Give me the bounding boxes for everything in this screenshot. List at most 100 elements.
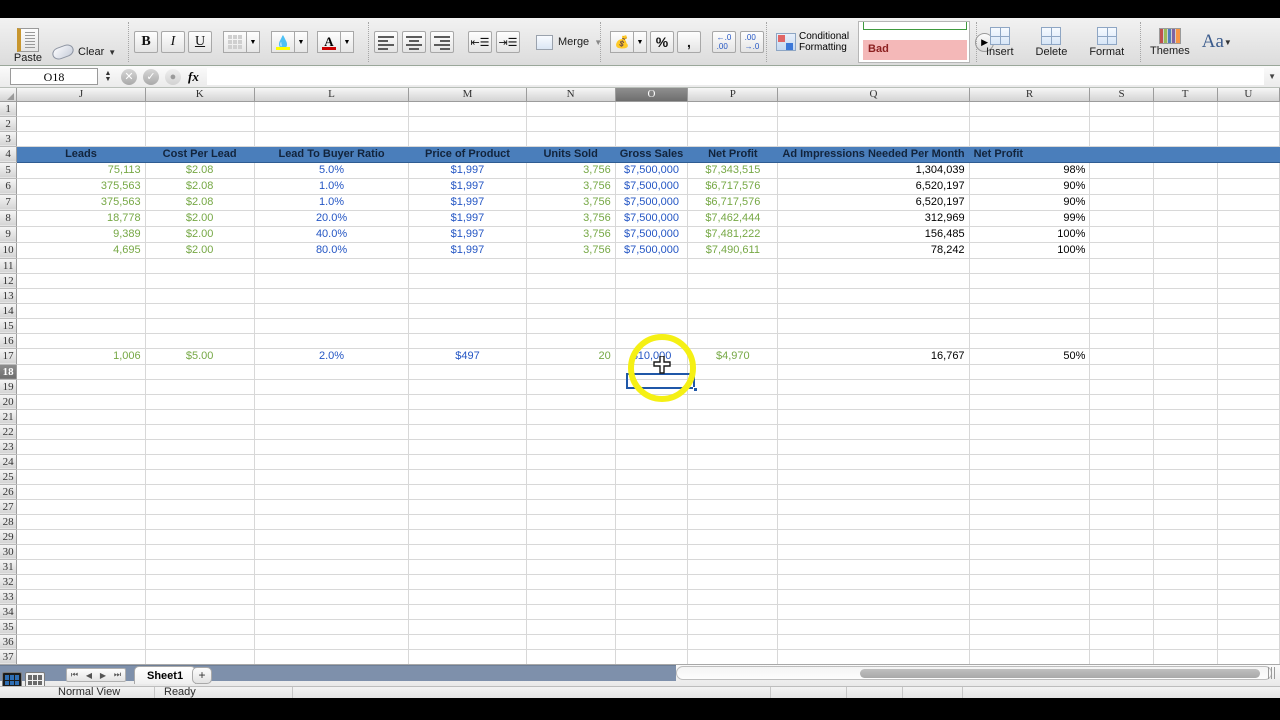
cell-U31[interactable] bbox=[1217, 559, 1280, 575]
insert-function-icon[interactable]: fx bbox=[188, 69, 199, 85]
cell-U8[interactable] bbox=[1217, 210, 1280, 227]
cell-Q30[interactable] bbox=[777, 544, 970, 560]
cell-Q14[interactable] bbox=[777, 303, 970, 319]
cell-L23[interactable] bbox=[254, 439, 410, 455]
cell-J9[interactable]: 9,389 bbox=[16, 226, 146, 243]
cell-S15[interactable] bbox=[1089, 318, 1154, 334]
cell-R11[interactable] bbox=[969, 258, 1091, 274]
cell-J21[interactable] bbox=[16, 409, 146, 425]
cell-K27[interactable] bbox=[145, 499, 255, 515]
cell-R21[interactable] bbox=[969, 409, 1091, 425]
cell-Q31[interactable] bbox=[777, 559, 970, 575]
cell-O25[interactable] bbox=[615, 469, 689, 485]
cell-K35[interactable] bbox=[145, 619, 255, 635]
cell-L33[interactable] bbox=[254, 589, 410, 605]
cell-L6[interactable]: 1.0% bbox=[254, 178, 410, 195]
cell-K30[interactable] bbox=[145, 544, 255, 560]
cell-M37[interactable] bbox=[408, 649, 527, 664]
cell-T30[interactable] bbox=[1153, 544, 1218, 560]
cell-N2[interactable] bbox=[526, 116, 616, 132]
row-header-3[interactable]: 3 bbox=[0, 131, 18, 147]
cell-O28[interactable] bbox=[615, 514, 689, 530]
row-header-27[interactable]: 27 bbox=[0, 499, 18, 515]
cell-S22[interactable] bbox=[1089, 424, 1154, 440]
cell-N9[interactable]: 3,756 bbox=[526, 226, 616, 243]
cell-S21[interactable] bbox=[1089, 409, 1154, 425]
cell-U13[interactable] bbox=[1217, 288, 1280, 304]
cell-N19[interactable] bbox=[526, 379, 616, 395]
cell-S28[interactable] bbox=[1089, 514, 1154, 530]
cell-J20[interactable] bbox=[16, 394, 146, 410]
cell-R16[interactable] bbox=[969, 333, 1091, 349]
column-header-j[interactable]: J bbox=[16, 88, 146, 102]
cell-N27[interactable] bbox=[526, 499, 616, 515]
cell-K18[interactable] bbox=[145, 364, 255, 380]
cell-N1[interactable] bbox=[526, 101, 616, 117]
cell-L10[interactable]: 80.0% bbox=[254, 242, 410, 259]
cell-J10[interactable]: 4,695 bbox=[16, 242, 146, 259]
cell-M33[interactable] bbox=[408, 589, 527, 605]
cell-Q15[interactable] bbox=[777, 318, 970, 334]
row-header-8[interactable]: 8 bbox=[0, 210, 18, 227]
cell-K37[interactable] bbox=[145, 649, 255, 664]
cell-Q13[interactable] bbox=[777, 288, 970, 304]
cell-O2[interactable] bbox=[615, 116, 689, 132]
row-header-29[interactable]: 29 bbox=[0, 529, 18, 545]
cell-R29[interactable] bbox=[969, 529, 1091, 545]
cell-U37[interactable] bbox=[1217, 649, 1280, 664]
cell-N34[interactable] bbox=[526, 604, 616, 620]
cell-R34[interactable] bbox=[969, 604, 1091, 620]
formula-input[interactable] bbox=[206, 68, 1264, 85]
cell-R32[interactable] bbox=[969, 574, 1091, 590]
cell-N13[interactable] bbox=[526, 288, 616, 304]
cell-S25[interactable] bbox=[1089, 469, 1154, 485]
cell-M13[interactable] bbox=[408, 288, 527, 304]
cell-M22[interactable] bbox=[408, 424, 527, 440]
row-header-12[interactable]: 12 bbox=[0, 273, 18, 289]
cell-P20[interactable] bbox=[687, 394, 779, 410]
percent-format-button[interactable]: % bbox=[650, 31, 674, 53]
cell-M23[interactable] bbox=[408, 439, 527, 455]
cell-O13[interactable] bbox=[615, 288, 689, 304]
cell-K10[interactable]: $2.00 bbox=[145, 242, 255, 259]
cell-M12[interactable] bbox=[408, 273, 527, 289]
cell-M26[interactable] bbox=[408, 484, 527, 500]
cell-S27[interactable] bbox=[1089, 499, 1154, 515]
row-header-2[interactable]: 2 bbox=[0, 116, 18, 132]
cell-O6[interactable]: $7,500,000 bbox=[615, 178, 689, 195]
cell-O32[interactable] bbox=[615, 574, 689, 590]
cell-Q7[interactable]: 6,520,197 bbox=[777, 194, 970, 211]
cell-U20[interactable] bbox=[1217, 394, 1280, 410]
cell-Q1[interactable] bbox=[777, 101, 970, 117]
cell-R36[interactable] bbox=[969, 634, 1091, 650]
cell-O10[interactable]: $7,500,000 bbox=[615, 242, 689, 259]
cell-U16[interactable] bbox=[1217, 333, 1280, 349]
cell-T34[interactable] bbox=[1153, 604, 1218, 620]
row-header-1[interactable]: 1 bbox=[0, 101, 18, 117]
cell-J4[interactable]: Leads bbox=[16, 146, 146, 163]
cell-P19[interactable] bbox=[687, 379, 779, 395]
column-header-s[interactable]: S bbox=[1089, 88, 1154, 102]
cell-U6[interactable] bbox=[1217, 178, 1280, 195]
decrease-decimal-button[interactable]: .00 →.0 bbox=[740, 31, 764, 53]
cell-Q35[interactable] bbox=[777, 619, 970, 635]
cell-T7[interactable] bbox=[1153, 194, 1218, 211]
cell-Q16[interactable] bbox=[777, 333, 970, 349]
cell-P21[interactable] bbox=[687, 409, 779, 425]
cell-T24[interactable] bbox=[1153, 454, 1218, 470]
cell-P28[interactable] bbox=[687, 514, 779, 530]
cell-T36[interactable] bbox=[1153, 634, 1218, 650]
cell-N12[interactable] bbox=[526, 273, 616, 289]
cell-Q18[interactable] bbox=[777, 364, 970, 380]
nav-first-sheet-icon[interactable]: ⏮ bbox=[71, 670, 78, 680]
cell-U25[interactable] bbox=[1217, 469, 1280, 485]
cell-N28[interactable] bbox=[526, 514, 616, 530]
cell-R12[interactable] bbox=[969, 273, 1091, 289]
cell-P27[interactable] bbox=[687, 499, 779, 515]
row-header-17[interactable]: 17 bbox=[0, 348, 18, 365]
cell-S9[interactable] bbox=[1089, 226, 1154, 243]
cell-O29[interactable] bbox=[615, 529, 689, 545]
cell-J28[interactable] bbox=[16, 514, 146, 530]
cell-S2[interactable] bbox=[1089, 116, 1154, 132]
cell-R20[interactable] bbox=[969, 394, 1091, 410]
